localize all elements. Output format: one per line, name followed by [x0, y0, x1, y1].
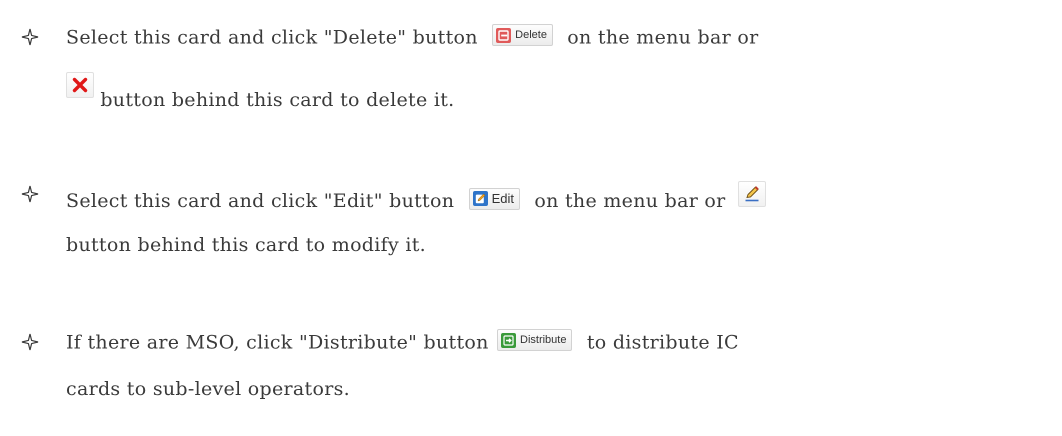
delete-x-icon[interactable] [66, 72, 94, 98]
star-bullet-icon [20, 181, 40, 207]
bullet-text: If there are MSO, click "Distribute" but… [66, 331, 489, 354]
bullet-text: to distribute IC [586, 331, 739, 354]
edit-button-label: Edit [491, 190, 515, 206]
bullet-text: button behind this card to modify it. [66, 234, 427, 256]
bullet-text: on the menu bar or [567, 26, 759, 49]
instruction-document: Select this card and click "Delete" butt… [0, 0, 1062, 436]
bullet-line-2: button behind this card to modify it. [66, 232, 426, 258]
bullet-line-2: button behind this card to delete it. [66, 72, 455, 111]
edit-button[interactable]: Edit [468, 187, 521, 210]
bullet-line-1: Select this card and click "Edit" button… [66, 181, 766, 214]
bullet-text: on the menu bar or [534, 190, 726, 212]
bullet-line-2: cards to sub-level operators. [66, 376, 350, 402]
bullet-text: Select this card and click "Delete" butt… [66, 26, 478, 49]
star-bullet-icon [20, 329, 40, 355]
distribute-icon [501, 332, 516, 348]
distribute-button-label: Distribute [520, 334, 567, 346]
bullet-line-1: If there are MSO, click "Distribute" but… [66, 329, 739, 356]
star-bullet-icon [20, 24, 40, 50]
edit-pencil-icon[interactable] [737, 181, 766, 207]
edit-icon [472, 191, 488, 206]
bullet-text: button behind this card to delete it. [100, 89, 455, 111]
bullet-text: cards to sub-level operators. [66, 378, 351, 400]
bullet-line-1: Select this card and click "Delete" butt… [66, 24, 758, 51]
delete-button[interactable]: Delete [492, 24, 553, 46]
bullet-text: Select this card and click "Edit" button [66, 190, 455, 212]
delete-button-label: Delete [515, 29, 547, 41]
delete-icon [496, 27, 512, 43]
distribute-button[interactable]: Distribute [497, 329, 573, 351]
